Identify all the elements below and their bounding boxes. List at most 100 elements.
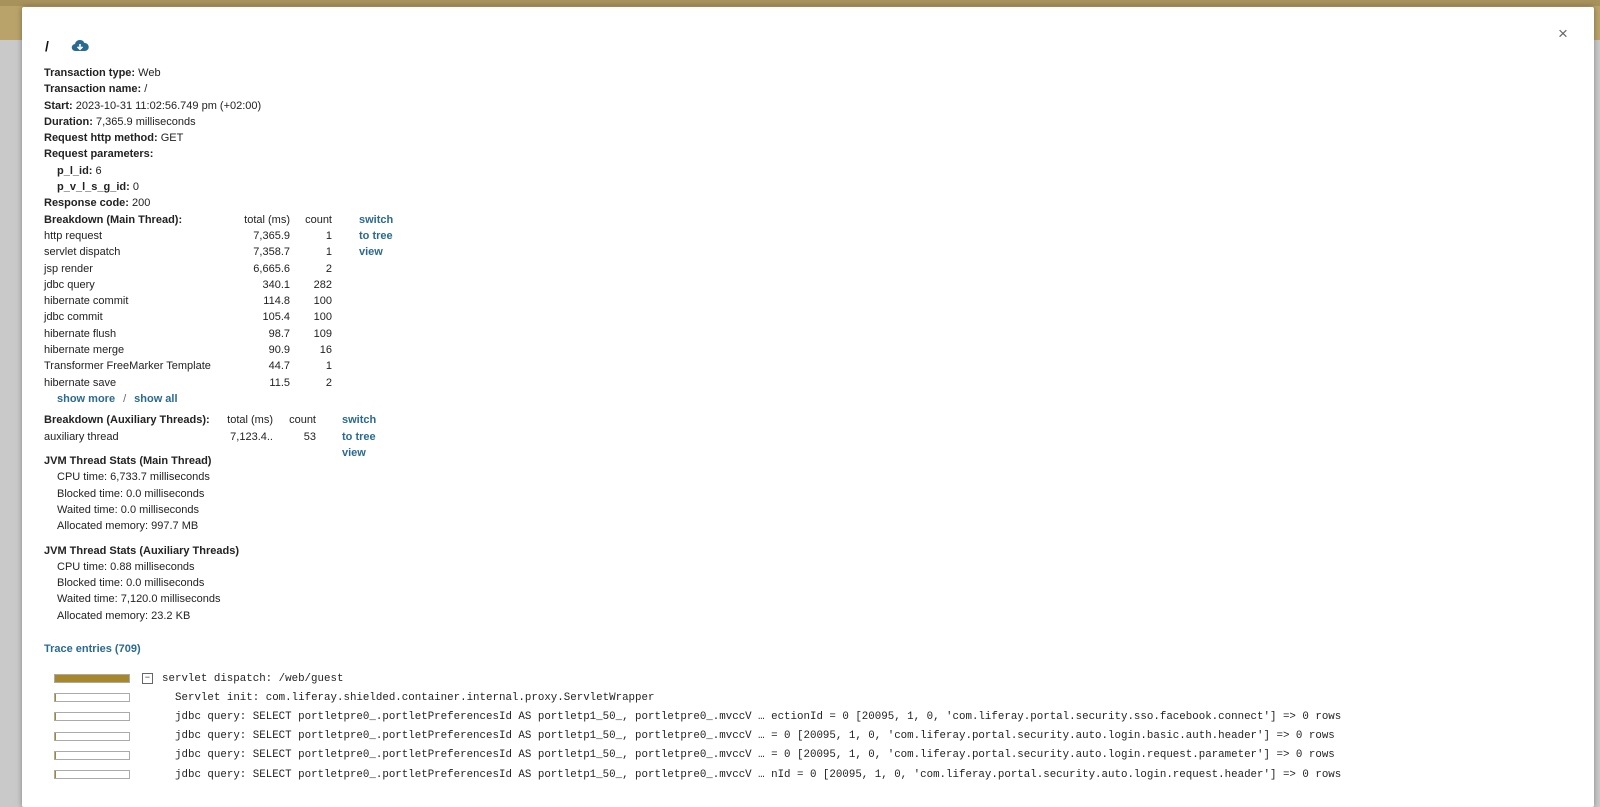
- field-label: Transaction name:: [44, 83, 142, 96]
- row-name: servlet dispatch: [44, 246, 121, 259]
- param-value: 6: [95, 164, 102, 177]
- request-method: Request http method: GET: [44, 130, 332, 146]
- duration-bar: [54, 693, 130, 703]
- table-row: hibernate commit 114.8 100: [44, 293, 332, 309]
- jvm-aux-blocked: Blocked time: 0.0 milliseconds: [57, 577, 205, 590]
- duration-bar-fill: [55, 694, 57, 702]
- duration-bar: [54, 674, 130, 684]
- duration-bar: [54, 712, 130, 722]
- close-icon[interactable]: ×: [1558, 25, 1568, 42]
- row-name: hibernate merge: [44, 344, 125, 357]
- row-total: 98.7: [268, 327, 290, 340]
- trace-entry[interactable]: jdbc query: SELECT portletpre0_.portletP…: [54, 727, 1341, 746]
- row-total: 44.7: [268, 360, 290, 373]
- field-value: GET: [160, 132, 184, 145]
- row-name: http request: [44, 229, 103, 242]
- switch-to-tree-view-link[interactable]: switch to tree view: [342, 412, 376, 461]
- row-count: 2: [325, 376, 332, 389]
- row-count: 53: [303, 430, 316, 443]
- transaction-details: Transaction type: Web Transaction name: …: [44, 65, 393, 624]
- trace-entry-text: servlet dispatch: /web/guest: [162, 672, 344, 685]
- row-name: Transformer FreeMarker Template: [44, 360, 211, 373]
- table-row: jdbc query 340.1 282: [44, 277, 332, 293]
- table-row: hibernate save 11.5 2: [44, 375, 332, 391]
- duration-bar-fill: [55, 751, 57, 759]
- link-separator: /: [123, 392, 127, 405]
- cloud-download-icon[interactable]: [71, 39, 89, 53]
- trace-entry[interactable]: Servlet init: com.liferay.shielded.conta…: [54, 688, 1341, 707]
- row-name: auxiliary thread: [44, 430, 119, 443]
- jvm-main-blocked: Blocked time: 0.0 milliseconds: [57, 487, 205, 500]
- jvm-main-memory: Allocated memory: 997.7 MB: [57, 520, 199, 533]
- table-header: Breakdown (Main Thread): total (ms) coun…: [44, 212, 332, 228]
- trace-entry[interactable]: − servlet dispatch: /web/guest: [54, 669, 1341, 688]
- show-links: show more / show all: [44, 391, 332, 408]
- duration-bar: [54, 731, 130, 741]
- row-total: 7,365.9: [253, 229, 290, 242]
- duration: Duration: 7,365.9 milliseconds: [44, 114, 332, 130]
- jvm-main-waited: Waited time: 0.0 milliseconds: [57, 503, 200, 516]
- field-label: Request http method:: [44, 132, 158, 145]
- field-label: Start:: [44, 99, 73, 112]
- page-title: /: [45, 38, 49, 54]
- field-value: Web: [138, 67, 161, 79]
- row-total: 340.1: [262, 278, 290, 291]
- trace-entry-text: jdbc query: SELECT portletpre0_.portletP…: [175, 768, 1342, 781]
- main-breakdown-table: Breakdown (Main Thread): total (ms) coun…: [44, 212, 332, 391]
- field-label: Transaction type:: [44, 67, 136, 79]
- duration-bar: [54, 770, 130, 780]
- trace-entry-text: jdbc query: SELECT portletpre0_.portletP…: [175, 730, 1335, 743]
- field-value: /: [144, 83, 148, 96]
- duration-bar: [54, 750, 130, 760]
- switch-to-tree-view-link[interactable]: switch to tree view: [359, 212, 393, 261]
- table-row: http request 7,365.9 1: [44, 228, 332, 244]
- duration-bar-fill: [55, 675, 129, 683]
- param-row: p_v_l_s_g_id: 0: [44, 179, 332, 195]
- table-row: Transformer FreeMarker Template 44.7 1: [44, 358, 332, 374]
- table-row: hibernate flush 98.7 109: [44, 326, 332, 342]
- field-label: Response code:: [44, 197, 129, 210]
- modal-header: /: [45, 38, 89, 54]
- row-name: jdbc query: [44, 278, 95, 291]
- transaction-name: Transaction name: /: [44, 81, 332, 97]
- field-value: 7,365.9 milliseconds: [95, 115, 196, 128]
- response-code: Response code: 200: [44, 195, 332, 211]
- show-more-link[interactable]: show more: [57, 393, 115, 405]
- row-name: hibernate commit: [44, 295, 129, 308]
- show-all-link[interactable]: show all: [134, 393, 177, 405]
- aux-breakdown: Breakdown (Auxiliary Threads): total (ms…: [44, 412, 376, 459]
- header-strip: [0, 0, 1600, 6]
- trace-entry[interactable]: jdbc query: SELECT portletpre0_.portletP…: [54, 707, 1341, 726]
- row-count: 1: [325, 229, 332, 242]
- trace-entry-text: jdbc query: SELECT portletpre0_.portletP…: [175, 749, 1335, 762]
- table-row: auxiliary thread 7,123.4.. 53: [44, 429, 316, 445]
- col-total: total (ms): [244, 213, 290, 226]
- row-count: 1: [325, 246, 332, 259]
- row-count: 16: [319, 344, 332, 357]
- duration-bar-fill: [55, 771, 57, 779]
- table-row: hibernate merge 90.9 16: [44, 342, 332, 358]
- row-total: 105.4: [262, 311, 290, 324]
- collapse-icon[interactable]: −: [142, 673, 153, 685]
- row-count: 2: [325, 262, 332, 275]
- row-total: 11.5: [269, 376, 290, 389]
- trace-entries: − servlet dispatch: /web/guest Servlet i…: [54, 669, 1341, 784]
- row-total: 7,123.4..: [230, 430, 273, 443]
- param-row: p_l_id: 6: [44, 163, 332, 179]
- jvm-main-cpu: CPU time: 6,733.7 milliseconds: [57, 471, 210, 484]
- trace-modal: × / Transaction type: Web Transaction na…: [22, 7, 1594, 807]
- start-time: Start: 2023-10-31 11:02:56.749 pm (+02:0…: [44, 98, 332, 114]
- request-parameters: Request parameters:: [44, 146, 332, 162]
- col-total: total (ms): [227, 414, 273, 427]
- row-total: 90.9: [268, 344, 290, 357]
- trace-entry[interactable]: jdbc query: SELECT portletpre0_.portletP…: [54, 746, 1341, 765]
- trace-entry[interactable]: jdbc query: SELECT portletpre0_.portletP…: [54, 765, 1341, 784]
- jvm-aux-memory: Allocated memory: 23.2 KB: [57, 609, 191, 622]
- trace-entry-text: Servlet init: com.liferay.shielded.conta…: [175, 691, 655, 704]
- breakdown-title: Breakdown (Auxiliary Threads):: [44, 414, 210, 427]
- row-name: jdbc commit: [44, 311, 103, 324]
- trace-entry-text: jdbc query: SELECT portletpre0_.portletP…: [175, 710, 1342, 723]
- trace-entries-link[interactable]: Trace entries (709): [44, 643, 141, 655]
- field-value: 200: [132, 197, 151, 210]
- row-count: 1: [325, 360, 332, 373]
